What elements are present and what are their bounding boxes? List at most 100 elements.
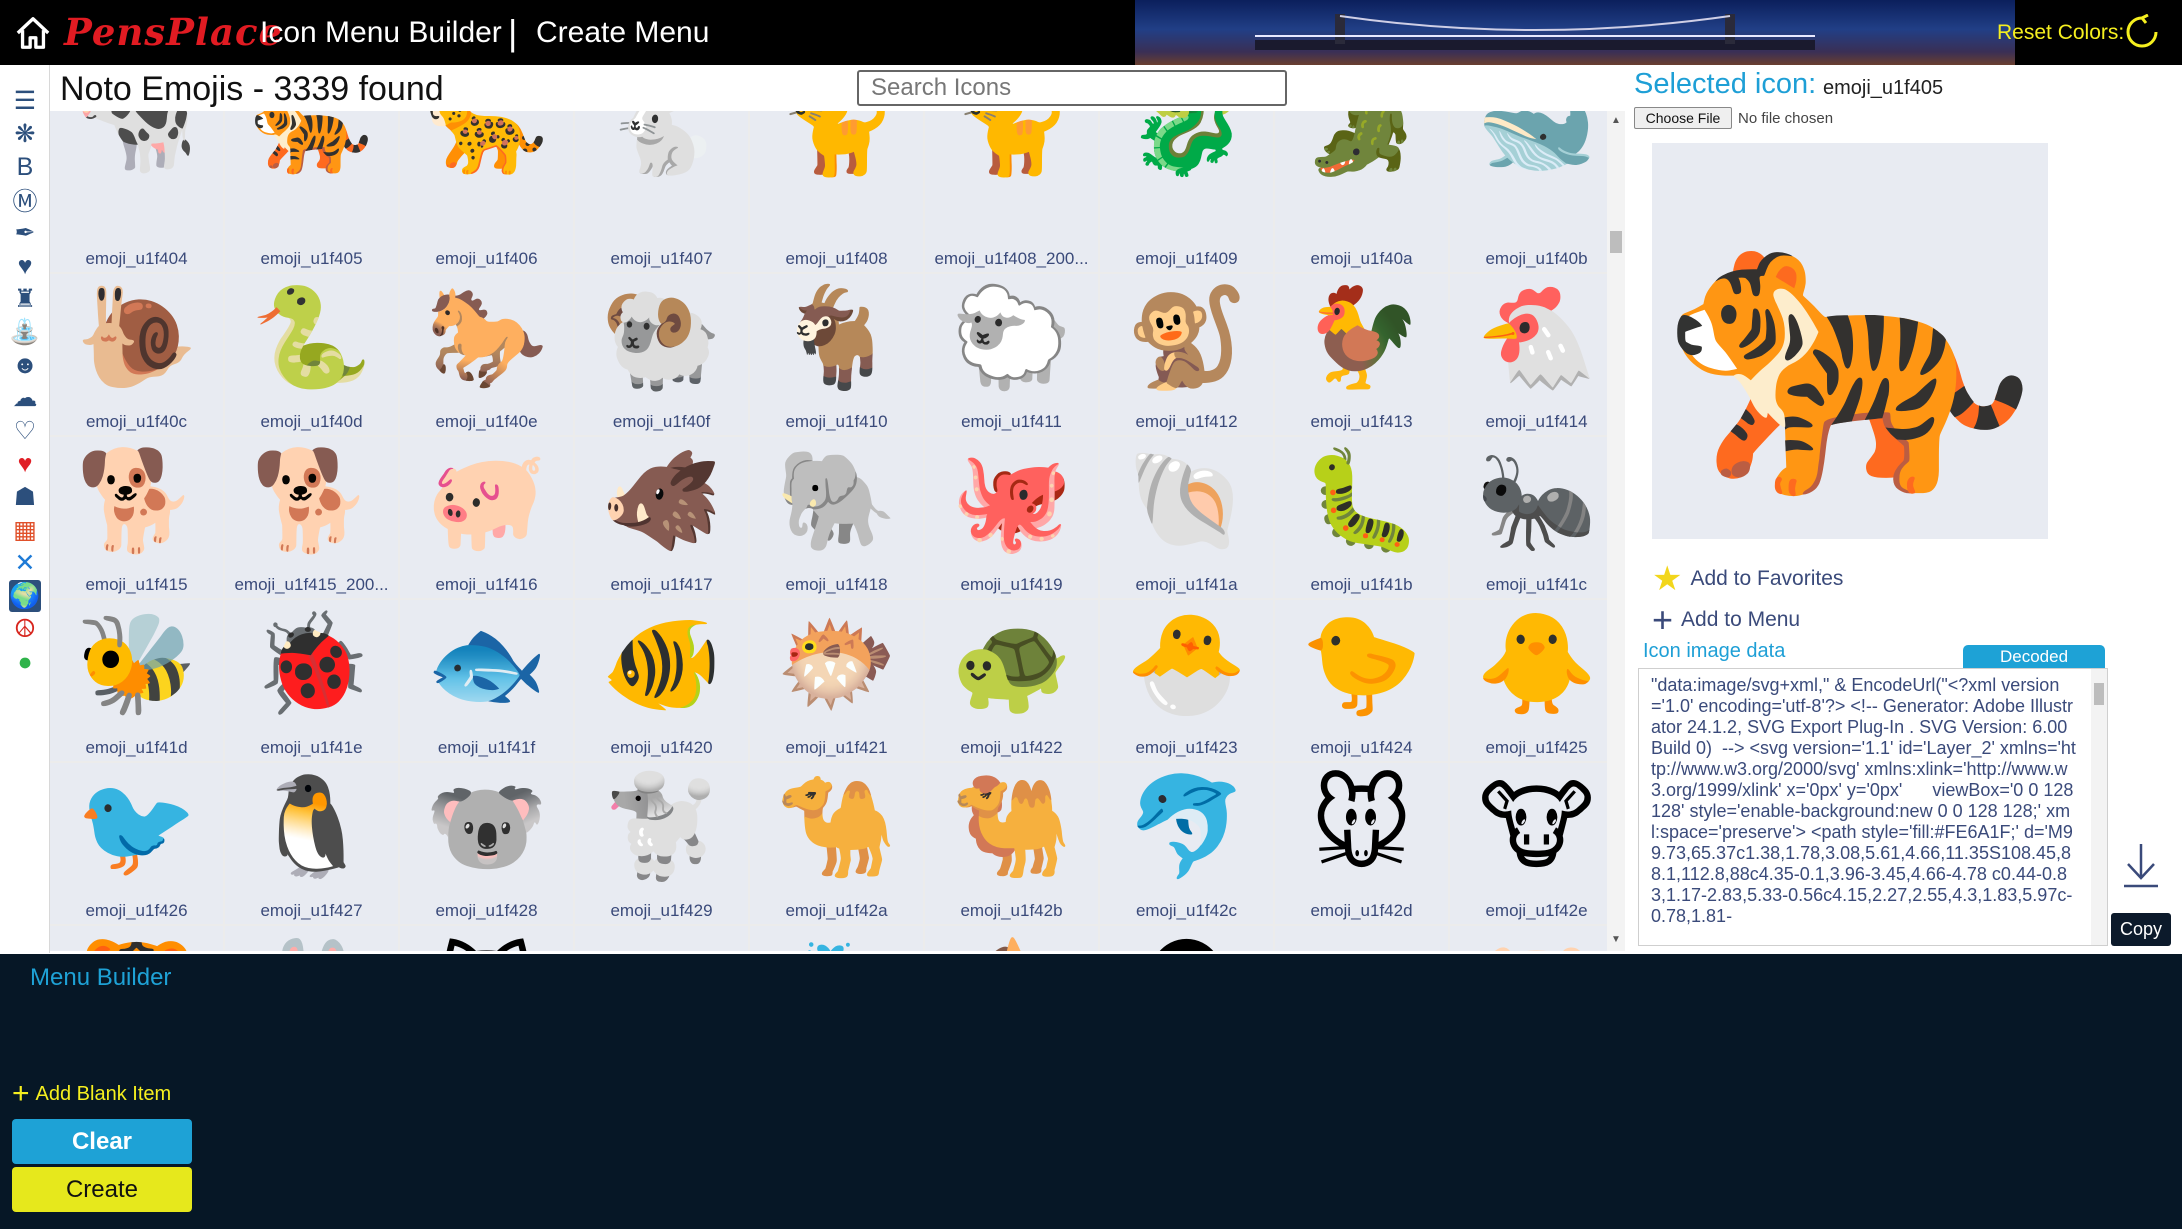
icon-tile[interactable]: 🐅 emoji_u1f405 [225,111,398,272]
icon-tile[interactable]: 🐠 emoji_u1f420 [575,600,748,761]
pulse-icon[interactable]: ♡ [9,415,41,447]
icon-tile[interactable]: 🐇 emoji_u1f407 [575,111,748,272]
icon-tile[interactable]: 🐉 emoji_u1f409 [1100,111,1273,272]
feather-icon[interactable]: ✒ [9,217,41,249]
icon-tile[interactable]: 🐐 emoji_u1f410 [750,274,923,435]
icon-tile[interactable]: 🐵 [1100,926,1273,951]
add-to-menu-button[interactable]: + Add to Menu [1652,602,1800,638]
grid-scrollbar[interactable]: ▲ ▼ [1607,111,1625,951]
create-button[interactable]: Create [12,1167,192,1212]
icon-tile[interactable]: 🐮 emoji_u1f42e [1450,763,1615,924]
peace-icon[interactable]: ☮ [9,613,41,645]
icon-tile[interactable]: 🐴 [925,926,1098,951]
icon-tile[interactable]: 🐨 emoji_u1f428 [400,763,573,924]
icon-tile[interactable]: 🐱 [400,926,573,951]
icon-tile[interactable]: 🐆 emoji_u1f406 [400,111,573,272]
icon-tile[interactable]: 🐭 emoji_u1f42d [1275,763,1448,924]
icon-tile[interactable]: 🐄 emoji_u1f404 [50,111,223,272]
icon-tile[interactable]: 🐟 emoji_u1f41f [400,600,573,761]
material-icon[interactable]: Ⓜ [9,184,41,216]
icon-tile[interactable]: 🐢 emoji_u1f422 [925,600,1098,761]
scrollbar-thumb[interactable] [1610,231,1622,253]
icon-tile[interactable]: 🐪 emoji_u1f42a [750,763,923,924]
icon-tile[interactable]: 🐋 emoji_u1f40b [1450,111,1615,272]
icon-tile-label: emoji_u1f40e [435,412,538,431]
icon-tile-label: emoji_u1f419 [960,575,1063,594]
emoji-icon: 🐰 [225,934,398,951]
data-scrollbar[interactable] [2091,669,2107,945]
icon-tile[interactable]: 🐕 emoji_u1f415 [50,437,223,598]
icon-tile-label: emoji_u1f40c [85,412,188,431]
bootstrap-icon[interactable]: B [9,151,41,183]
icon-tile[interactable]: 🐩 emoji_u1f429 [575,763,748,924]
icon-image-data-textarea[interactable]: "data:image/svg+xml," & EncodeUrl("<?xml… [1638,668,2108,946]
icon-tile[interactable]: 🐧 emoji_u1f427 [225,763,398,924]
icon-tile[interactable]: 🐌 emoji_u1f40c [50,274,223,435]
brain-icon[interactable]: ❋ [9,118,41,150]
download-icon[interactable] [2120,840,2162,892]
icon-tile[interactable]: 🐖 emoji_u1f416 [400,437,573,598]
globe-icon[interactable]: 🌍 [9,580,41,612]
weather-icon[interactable]: ☁ [9,382,41,414]
icon-tile-label: emoji_u1f41b [1310,575,1413,594]
windows-icon[interactable]: ▦ [9,514,41,546]
icon-tile[interactable]: 🐶 [1275,926,1448,951]
menu-icon[interactable]: ☰ [9,85,41,117]
icon-tile[interactable]: 🐚 emoji_u1f41a [1100,437,1273,598]
icon-tile[interactable]: 🐔 emoji_u1f414 [1450,274,1615,435]
icon-tile[interactable]: 🐦 emoji_u1f426 [50,763,223,924]
icon-tile[interactable]: 🐑 emoji_u1f411 [925,274,1098,435]
icon-tile[interactable]: 🐣 emoji_u1f423 [1100,600,1273,761]
icon-tile[interactable]: 🐯 [50,926,223,951]
add-blank-item-button[interactable]: + Add Blank Item [12,1079,171,1109]
circle-color-icon[interactable]: ● [9,646,41,678]
icon-tile[interactable]: 🐍 emoji_u1f40d [225,274,398,435]
icon-tile-label: emoji_u1f42e [1485,901,1588,920]
castle-icon[interactable]: ♜ [9,283,41,315]
heart-outline-icon[interactable]: ♥ [9,250,41,282]
reset-icon[interactable] [2124,14,2160,50]
icon-tile[interactable]: 🐷 [1450,926,1615,951]
brand-logo[interactable]: PensPlace [64,10,283,54]
heart-red-icon[interactable]: ♥ [9,448,41,480]
decoded-tab[interactable]: Decoded [1963,645,2105,669]
icon-tile[interactable]: 🐏 emoji_u1f40f [575,274,748,435]
icon-tile[interactable]: 🐊 emoji_u1f40a [1275,111,1448,272]
vscode-icon[interactable]: ✕ [9,547,41,579]
icon-tile[interactable]: 🐓 emoji_u1f413 [1275,274,1448,435]
search-input[interactable] [857,70,1287,106]
selected-icon-name: emoji_u1f405 [1823,77,1944,99]
cat-icon[interactable]: ☻ [9,349,41,381]
icon-tile[interactable]: 🐲 [575,926,748,951]
add-to-favorites-button[interactable]: ★ Add to Favorites [1652,560,1843,598]
icon-tile[interactable]: 🐞 emoji_u1f41e [225,600,398,761]
icon-tile[interactable]: 🐗 emoji_u1f417 [575,437,748,598]
icon-tile[interactable]: 🐤 emoji_u1f424 [1275,600,1448,761]
icon-tile[interactable]: 🐕 emoji_u1f415_200... [225,437,398,598]
icon-tile[interactable]: 🐙 emoji_u1f419 [925,437,1098,598]
icon-tile[interactable]: 🐜 emoji_u1f41c [1450,437,1615,598]
icon-tile[interactable]: 🐝 emoji_u1f41d [50,600,223,761]
robot-icon[interactable]: ☗ [9,481,41,513]
emoji-icon: 🐏 [600,282,723,392]
icon-tile[interactable]: 🐥 emoji_u1f425 [1450,600,1615,761]
icon-tile[interactable]: 🐬 emoji_u1f42c [1100,763,1273,924]
icon-tile[interactable]: 🐫 emoji_u1f42b [925,763,1098,924]
scroll-up-arrow[interactable]: ▲ [1611,115,1621,126]
icon-tile[interactable]: 🐘 emoji_u1f418 [750,437,923,598]
choose-file-button[interactable]: Choose File [1634,107,1732,129]
fountain-icon[interactable]: ⛲ [9,316,41,348]
icon-tile[interactable]: 🐒 emoji_u1f412 [1100,274,1273,435]
icon-tile[interactable]: 🐈 emoji_u1f408 [750,111,923,272]
home-icon[interactable] [14,14,52,52]
scroll-down-arrow[interactable]: ▼ [1611,934,1621,945]
clear-button[interactable]: Clear [12,1119,192,1164]
icon-tile[interactable]: 🐳 [750,926,923,951]
icon-tile[interactable]: 🐡 emoji_u1f421 [750,600,923,761]
data-scrollbar-thumb[interactable] [2094,683,2104,705]
icon-tile[interactable]: 🐈 emoji_u1f408_200... [925,111,1098,272]
copy-button[interactable]: Copy [2111,913,2171,946]
icon-tile[interactable]: 🐰 [225,926,398,951]
icon-tile[interactable]: 🐎 emoji_u1f40e [400,274,573,435]
icon-tile[interactable]: 🐛 emoji_u1f41b [1275,437,1448,598]
